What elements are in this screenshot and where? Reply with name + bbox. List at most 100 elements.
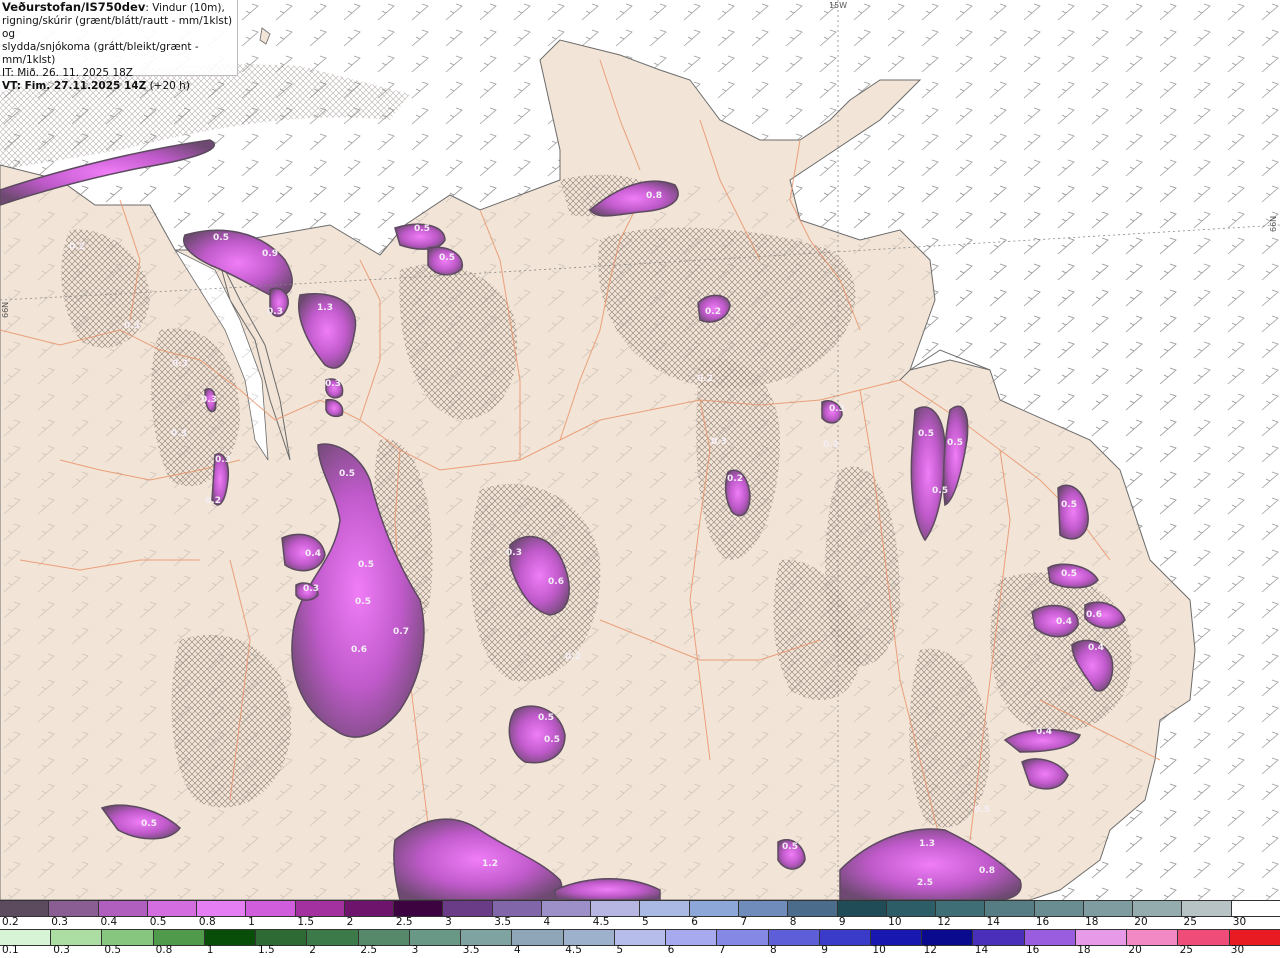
legend-snow-label: 3 bbox=[445, 916, 452, 928]
precip-value-label: 0.3 bbox=[171, 429, 187, 439]
legend-snow-label: 8 bbox=[789, 916, 797, 928]
precip-value-label: 0.4 bbox=[305, 549, 321, 559]
legend-snow-swatch bbox=[985, 901, 1035, 916]
precip-value-label: 0.3 bbox=[215, 455, 231, 465]
precip-value-label: 1.3 bbox=[919, 839, 935, 849]
precip-value-label: 0.5 bbox=[544, 735, 560, 745]
legend-snow-label: 0.5 bbox=[149, 916, 167, 928]
precip-value-label: 0.5 bbox=[141, 819, 157, 829]
legend-snow-swatch bbox=[837, 901, 887, 916]
precip-value-label: 0.8 bbox=[979, 866, 995, 876]
precip-value-label: 0.2 bbox=[823, 440, 839, 450]
legend-snow-swatch bbox=[640, 901, 690, 916]
legend-rain-swatch bbox=[51, 930, 103, 945]
legend-rain-swatch bbox=[717, 930, 769, 945]
legend-snow-colorbar bbox=[0, 900, 1280, 917]
precip-value-label: 0.2 bbox=[727, 474, 743, 484]
precip-value-label: 0.6 bbox=[351, 645, 367, 655]
legend-snow-swatch bbox=[886, 901, 937, 916]
precip-value-label: 0.2 bbox=[705, 307, 721, 317]
legend-rain-label: 2.5 bbox=[360, 944, 378, 956]
precip-value-label: 0.3 bbox=[124, 321, 140, 331]
legend-snow-swatch bbox=[246, 901, 296, 916]
legend-snow-label: 1.5 bbox=[297, 916, 315, 928]
legend-rain-label: 18 bbox=[1077, 944, 1091, 956]
legend-snow-swatch bbox=[1083, 901, 1134, 916]
precip-value-label: 0.5 bbox=[538, 713, 554, 723]
precip-value-label: 0.3 bbox=[506, 548, 522, 558]
legend-snow-swatch bbox=[1034, 901, 1084, 916]
legend-snow-swatch bbox=[1231, 901, 1280, 916]
legend-snow-label: 10 bbox=[888, 916, 902, 928]
precip-value-label: 1.2 bbox=[482, 859, 498, 869]
legend-snow-swatch bbox=[49, 901, 99, 916]
legend-snow-label: 7 bbox=[740, 916, 748, 928]
legend-rain-swatch bbox=[1075, 930, 1128, 945]
legend-rain-label: 3 bbox=[411, 944, 419, 956]
legend-rain-swatch bbox=[461, 930, 513, 945]
precip-value-label: 0.4 bbox=[1036, 727, 1052, 737]
legend-rain-swatch bbox=[1178, 930, 1230, 945]
legend-rain-swatch bbox=[1024, 930, 1076, 945]
legend-rain-swatch bbox=[1127, 930, 1179, 945]
precip-value-label: 0.3 bbox=[829, 404, 845, 414]
precip-value-label: 0.7 bbox=[393, 627, 409, 637]
legend-rain-swatch bbox=[768, 930, 820, 945]
precip-value-label: 0.3 bbox=[303, 584, 319, 594]
weather-map: 15W 66N 66N 0.5 0.9 0.3 1.3 0.3 0.5 0.5 0.8 0.2 0… bbox=[0, 0, 1280, 900]
precip-value-label: 0.3 bbox=[172, 359, 188, 369]
legend-rain-label: 16 bbox=[1026, 944, 1040, 956]
precip-value-label: 0.4 bbox=[1056, 617, 1072, 627]
legend-snow-label: 4.5 bbox=[592, 916, 610, 928]
legend-rain-label: 8 bbox=[770, 944, 777, 956]
title: Veðurstofan/IS750dev bbox=[2, 0, 146, 14]
legend-snow-label: 4 bbox=[543, 916, 551, 928]
legend-rain-swatch bbox=[102, 930, 154, 945]
legend-rain-swatch bbox=[307, 930, 359, 945]
legend-rain-label: 2 bbox=[309, 944, 316, 956]
legend-rain-label: 4 bbox=[514, 944, 521, 956]
precip-value-label: 0.2 bbox=[565, 652, 581, 662]
precip-value-label: 0.5 bbox=[1061, 500, 1077, 510]
precip-value-label: 0.2 bbox=[697, 374, 713, 384]
precip-value-label: 0.5 bbox=[947, 438, 963, 448]
legend-snow-swatch bbox=[98, 901, 148, 916]
grid-label-left: 66N bbox=[1, 302, 10, 318]
legend-snow-swatch bbox=[738, 901, 789, 916]
legend-snow-label: 1 bbox=[248, 916, 255, 928]
legend-snow-label: 5 bbox=[642, 916, 649, 928]
precip-value-label: 0.5 bbox=[918, 429, 934, 439]
legend-rain-swatch bbox=[819, 930, 871, 945]
legend-snow-swatch bbox=[492, 901, 542, 916]
legend-rain-swatch bbox=[973, 930, 1025, 945]
legend-rain-swatch bbox=[922, 930, 974, 945]
precip-value-label: 0.3 bbox=[711, 437, 727, 447]
legend-snow-swatch bbox=[344, 901, 395, 916]
precip-value-label: 0.4 bbox=[1088, 643, 1104, 653]
legend-rain-swatch bbox=[0, 930, 52, 945]
legend-snow-labels: 0.2 0.3 0.4 0.5 0.8 1 1.5 2 2.5 3 3.5 4 4.5 5 6 7 8 9 10 12… bbox=[0, 916, 1280, 929]
precip-value-label: 0.6 bbox=[1086, 610, 1102, 620]
precip-value-label: 0.2 bbox=[205, 496, 221, 506]
legend-snow-label: 12 bbox=[937, 916, 951, 928]
precip-value-label: 0.5 bbox=[439, 253, 455, 263]
legend-snow-swatch bbox=[936, 901, 986, 916]
legend-rain-label: 12 bbox=[923, 944, 937, 956]
init-time: IT: Mið. 26. 11. 2025 18Z bbox=[2, 67, 133, 79]
legend-rain-label: 30 bbox=[1230, 944, 1245, 956]
legend-rain-label: 0.8 bbox=[155, 944, 173, 956]
legend-rain-swatch bbox=[204, 930, 257, 945]
grid-label-top: 15W bbox=[829, 1, 847, 10]
subtitle-line-3: slydda/snjókoma (grátt/bleikt/grænt - mm… bbox=[2, 41, 199, 66]
legend-rain-swatch bbox=[153, 930, 205, 945]
legend-snow-label: 25 bbox=[1183, 916, 1197, 928]
legend-snow-label: 30 bbox=[1232, 916, 1247, 928]
legend-snow-swatch bbox=[689, 901, 739, 916]
legend-snow-label: 2 bbox=[346, 916, 354, 928]
legend-snow-swatch bbox=[1182, 901, 1232, 916]
legend-rain-label: 20 bbox=[1128, 944, 1142, 956]
legend-rain-label: 0.1 bbox=[2, 944, 19, 956]
legend-rain-label: 7 bbox=[718, 944, 726, 956]
legend-rain-swatch bbox=[1229, 930, 1280, 945]
precip-value-label: 0.5 bbox=[782, 842, 798, 852]
